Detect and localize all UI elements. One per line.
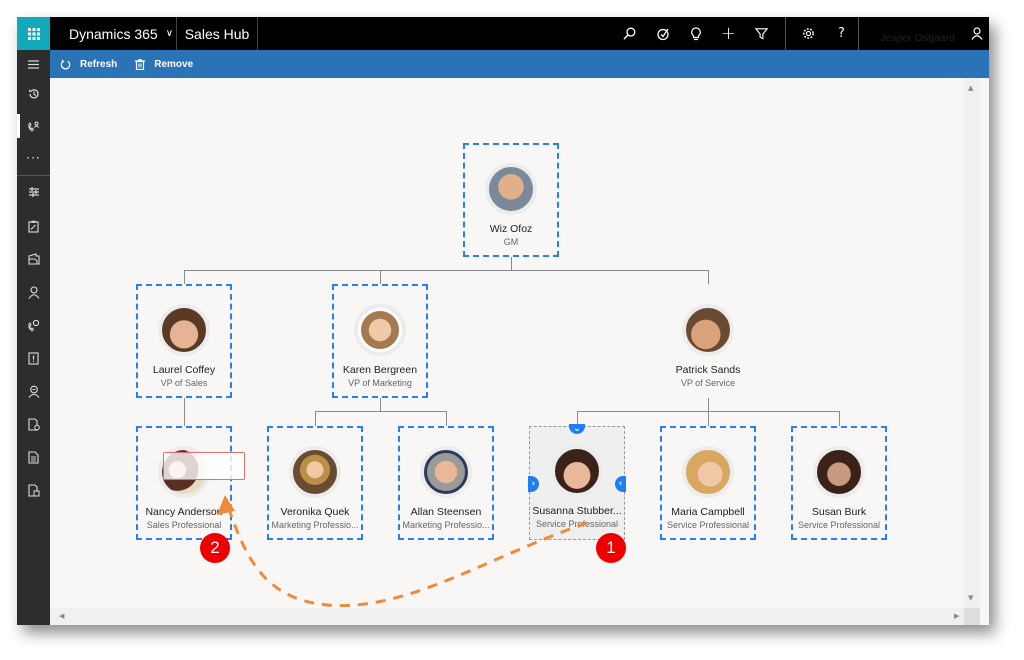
arrowhead-icon	[217, 495, 235, 515]
scroll-down-arrow-icon[interactable]: ▼	[968, 594, 973, 602]
horizontal-scrollbar[interactable]: ◀ ▶	[50, 608, 964, 625]
step-badge-2: 2	[200, 533, 230, 563]
drag-path	[227, 508, 588, 608]
vertical-scrollbar[interactable]: ▲ ▼	[964, 78, 980, 608]
scroll-up-arrow-icon[interactable]: ▲	[968, 84, 973, 92]
scrollbar-corner	[964, 608, 980, 625]
app-window: Dynamics 365 ∨ Sales Hub + ? Jesper Osga…	[17, 17, 989, 625]
step-badge-1: 1	[596, 533, 626, 563]
scroll-right-arrow-icon[interactable]: ▶	[954, 612, 959, 620]
drag-arrow-annotation	[217, 495, 588, 608]
scroll-left-arrow-icon[interactable]: ◀	[59, 612, 64, 620]
